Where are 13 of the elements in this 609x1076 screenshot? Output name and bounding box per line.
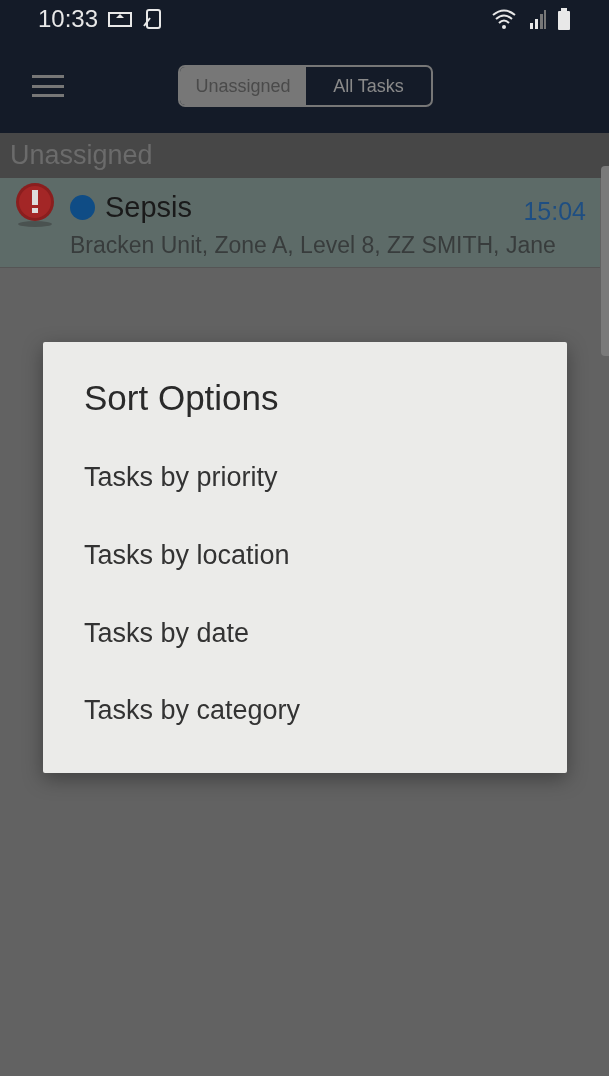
tab[interactable]: All Tasks	[306, 67, 431, 105]
menu-icon[interactable]	[32, 74, 64, 97]
sort-option[interactable]: Tasks by date	[84, 617, 567, 696]
dialog-title: Sort Options	[84, 378, 280, 418]
clock: 10:33	[38, 5, 99, 33]
sort-option[interactable]: Tasks by category	[84, 695, 567, 773]
sort-option[interactable]: Tasks by priority	[84, 462, 567, 540]
cast-icon	[108, 10, 133, 28]
sort-option[interactable]: Tasks by location	[84, 539, 567, 618]
task-time: 15:04	[523, 196, 586, 226]
signal-icon	[529, 9, 547, 29]
battery-icon	[557, 8, 571, 30]
task-title: Sepsis	[105, 190, 193, 224]
